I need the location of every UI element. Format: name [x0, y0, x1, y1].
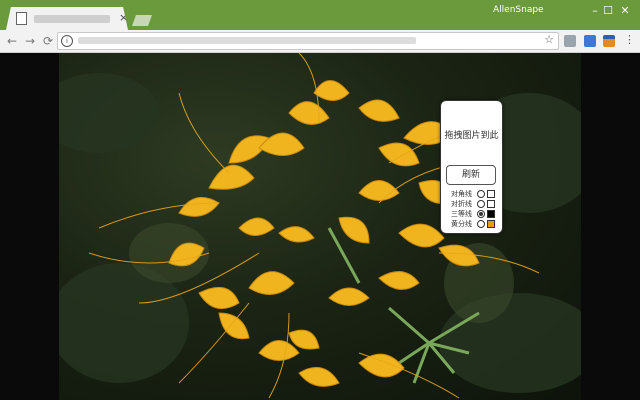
title-bar: × AllenSnape – ☐ ✕ [0, 0, 640, 30]
color-swatch[interactable] [487, 210, 495, 218]
option-radio[interactable] [477, 220, 485, 228]
option-label: 黄分线 [451, 220, 472, 228]
profile-name[interactable]: AllenSnape [493, 5, 544, 15]
option-radio[interactable] [477, 190, 485, 198]
option-radio[interactable] [477, 200, 485, 208]
color-swatch[interactable] [487, 190, 495, 198]
drop-zone-label[interactable]: 拖拽图片到此 [441, 128, 502, 141]
translate-extension-icon[interactable] [584, 35, 596, 47]
option-label: 对角线 [451, 190, 472, 198]
reload-button[interactable]: ⟳ [40, 32, 56, 50]
option-fold-line: 对折线 [451, 199, 495, 209]
page-icon [16, 12, 27, 25]
refresh-button[interactable]: 刷新 [446, 165, 496, 185]
extension-icon[interactable] [603, 35, 615, 47]
site-info-icon[interactable]: i [61, 35, 73, 47]
back-button[interactable]: ← [4, 32, 20, 50]
close-window-button[interactable]: ✕ [612, 3, 638, 19]
composition-guide-panel: 拖拽图片到此 刷新 对角线 对折线 三等线 黄分线 [440, 100, 503, 234]
tab-title-redacted [34, 15, 110, 23]
browser-tab[interactable]: × [6, 7, 128, 30]
option-golden: 黄分线 [451, 219, 495, 229]
extension-icon[interactable] [564, 35, 576, 47]
new-tab-button[interactable] [132, 15, 152, 26]
option-diagonal: 对角线 [451, 189, 495, 199]
close-tab-icon[interactable]: × [119, 11, 128, 25]
option-label: 三等线 [451, 210, 472, 218]
address-bar[interactable]: i ☆ [57, 32, 559, 50]
color-swatch[interactable] [487, 200, 495, 208]
option-thirds: 三等线 [451, 209, 495, 219]
url-redacted [78, 37, 416, 44]
menu-icon[interactable]: ⋮ [624, 33, 635, 46]
option-label: 对折线 [451, 200, 472, 208]
forward-button[interactable]: → [22, 32, 38, 50]
toolbar: ← → ⟳ i ☆ ⋮ [0, 30, 640, 53]
page-content: 拖拽图片到此 刷新 对角线 对折线 三等线 黄分线 [0, 53, 640, 400]
bookmark-star-icon[interactable]: ☆ [544, 33, 554, 46]
option-radio-selected[interactable] [477, 210, 485, 218]
color-swatch[interactable] [487, 220, 495, 228]
